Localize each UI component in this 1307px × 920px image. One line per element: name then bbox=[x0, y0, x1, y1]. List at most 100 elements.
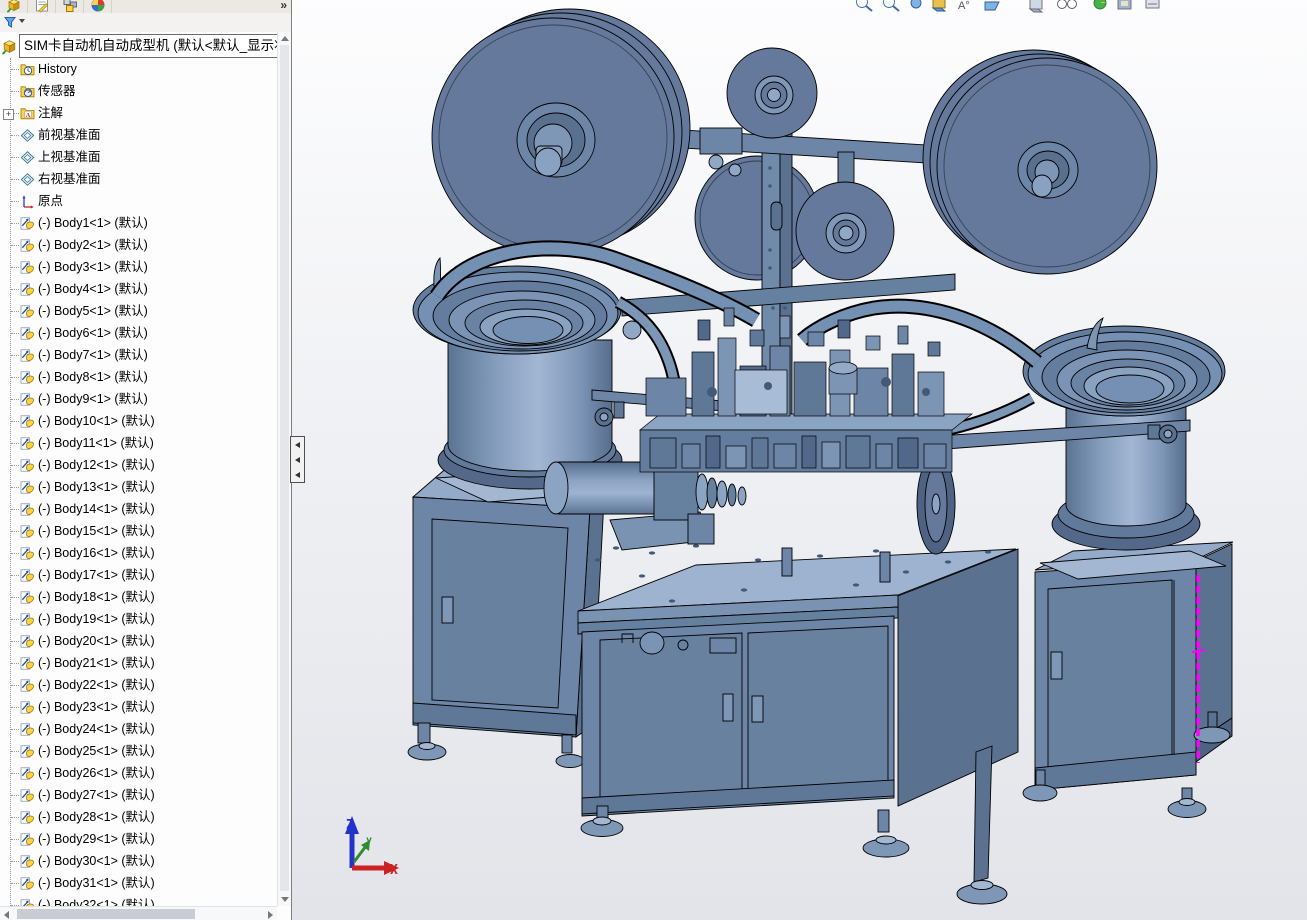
solid-body-icon bbox=[20, 326, 35, 341]
tree-root-item[interactable]: SIM卡自动机自动成型机 (默认<默认_显示状态-1>) bbox=[1, 34, 277, 58]
solid-body-icon bbox=[20, 656, 35, 671]
scroll-down-icon[interactable] bbox=[281, 897, 289, 902]
annotation-view-icon[interactable]: A° bbox=[958, 0, 970, 12]
tree-root-label: SIM卡自动机自动成型机 (默认<默认_显示状态-1>) bbox=[19, 34, 277, 58]
tree-item[interactable]: + (-) Body23<1> (默认) bbox=[0, 696, 277, 718]
collapse-arrow-icon bbox=[295, 457, 300, 463]
filter-dropdown-caret[interactable] bbox=[19, 19, 25, 23]
plane-icon bbox=[20, 150, 35, 165]
tree-item[interactable]: + (-) Body19<1> (默认) bbox=[0, 608, 277, 630]
tree-item[interactable]: + (-) Body31<1> (默认) bbox=[0, 872, 277, 894]
tree-item[interactable]: + (-) Body14<1> (默认) bbox=[0, 498, 277, 520]
solid-body-icon bbox=[20, 524, 35, 539]
small-reel-right[interactable] bbox=[796, 182, 894, 280]
tree-horizontal-scrollbar[interactable] bbox=[0, 906, 277, 920]
tree-item[interactable]: + (-) Body4<1> (默认) bbox=[0, 278, 277, 300]
tree-item[interactable]: + (-) Body12<1> (默认) bbox=[0, 454, 277, 476]
tree-item[interactable]: + (-) Body28<1> (默认) bbox=[0, 806, 277, 828]
solid-body-icon bbox=[20, 414, 35, 429]
panel-collapse-handle[interactable] bbox=[290, 436, 305, 483]
solid-body-icon bbox=[20, 722, 35, 737]
view-orientation-icon[interactable] bbox=[933, 0, 945, 11]
tree-item[interactable]: + (-) Body9<1> (默认) bbox=[0, 388, 277, 410]
solid-body-icon bbox=[20, 480, 35, 495]
scroll-up-icon[interactable] bbox=[281, 36, 289, 41]
tree-filter-bar[interactable] bbox=[0, 13, 291, 33]
tree-item[interactable]: + (-) Body15<1> (默认) bbox=[0, 520, 277, 542]
view-settings-icon[interactable] bbox=[1146, 0, 1159, 8]
solid-body-icon bbox=[20, 898, 35, 907]
tree-item[interactable]: + 右视基准面 bbox=[0, 168, 277, 190]
feature-tree: SIM卡自动机自动成型机 (默认<默认_显示状态-1>) + History +… bbox=[0, 32, 277, 906]
solid-body-icon bbox=[20, 788, 35, 803]
tabs-overflow-button[interactable]: » bbox=[280, 0, 287, 12]
tree-item[interactable]: + (-) Body7<1> (默认) bbox=[0, 344, 277, 366]
featuremanager-design-tree-tab[interactable] bbox=[0, 0, 28, 13]
triad-z-label: Z bbox=[346, 818, 354, 833]
plane-icon bbox=[20, 128, 35, 143]
scroll-right-icon[interactable] bbox=[268, 911, 273, 919]
solid-body-icon bbox=[20, 832, 35, 847]
tree-item[interactable]: + (-) Body3<1> (默认) bbox=[0, 256, 277, 278]
tree-item[interactable]: + (-) Body17<1> (默认) bbox=[0, 564, 277, 586]
scroll-left-icon[interactable] bbox=[4, 911, 9, 919]
tree-item[interactable]: + (-) Body27<1> (默认) bbox=[0, 784, 277, 806]
triad-x-label: X bbox=[390, 863, 398, 878]
tree-item[interactable]: + (-) Body25<1> (默认) bbox=[0, 740, 277, 762]
tree-item[interactable]: + (-) Body18<1> (默认) bbox=[0, 586, 277, 608]
solid-body-icon bbox=[20, 458, 35, 473]
solid-body-icon bbox=[20, 216, 35, 231]
filter-funnel-icon[interactable] bbox=[4, 16, 17, 29]
tree-item[interactable]: + (-) Body1<1> (默认) bbox=[0, 212, 277, 234]
tree-item[interactable]: + 传感器 bbox=[0, 80, 277, 102]
tree-item[interactable]: + (-) Body29<1> (默认) bbox=[0, 828, 277, 850]
tree-item[interactable]: + 上视基准面 bbox=[0, 146, 277, 168]
part-icon bbox=[1, 38, 18, 55]
propertymanager-tab[interactable] bbox=[28, 0, 56, 13]
solid-body-icon bbox=[20, 854, 35, 869]
tree-item[interactable]: + (-) Body26<1> (默认) bbox=[0, 762, 277, 784]
displaymanager-tab[interactable] bbox=[84, 0, 112, 13]
sensors-folder-icon bbox=[20, 84, 35, 99]
solid-body-icon bbox=[20, 876, 35, 891]
tree-item[interactable]: + (-) Body32<1> (默认) bbox=[0, 894, 277, 906]
solid-body-icon bbox=[20, 590, 35, 605]
solid-body-icon bbox=[20, 436, 35, 451]
solidworks-window: A° bbox=[0, 0, 1307, 920]
tree-item[interactable]: + (-) Body8<1> (默认) bbox=[0, 366, 277, 388]
tree-item[interactable]: + (-) Body24<1> (默认) bbox=[0, 718, 277, 740]
collapse-arrow-icon bbox=[295, 442, 300, 448]
solid-body-icon bbox=[20, 238, 35, 253]
tree-item[interactable]: + 注解 bbox=[0, 102, 277, 124]
history-folder-icon bbox=[20, 62, 35, 77]
tree-item[interactable]: + (-) Body22<1> (默认) bbox=[0, 674, 277, 696]
horizontal-scroll-thumb[interactable] bbox=[17, 909, 195, 919]
svg-text:A°: A° bbox=[958, 0, 970, 12]
previous-view-icon[interactable] bbox=[911, 0, 921, 8]
tree-item[interactable]: + (-) Body5<1> (默认) bbox=[0, 300, 277, 322]
apply-scene-icon[interactable] bbox=[1118, 0, 1131, 9]
vertical-scroll-thumb[interactable] bbox=[280, 45, 289, 891]
tree-vertical-scrollbar[interactable] bbox=[277, 32, 291, 906]
tree-item[interactable]: + (-) Body6<1> (默认) bbox=[0, 322, 277, 344]
solid-body-icon bbox=[20, 678, 35, 693]
tree-item[interactable]: + (-) Body2<1> (默认) bbox=[0, 234, 277, 256]
panel-knob[interactable] bbox=[640, 632, 664, 654]
edit-appearance-icon[interactable] bbox=[1094, 0, 1106, 9]
tree-item[interactable]: + (-) Body20<1> (默认) bbox=[0, 630, 277, 652]
solid-body-icon bbox=[20, 810, 35, 825]
tree-item[interactable]: + 前视基准面 bbox=[0, 124, 277, 146]
tree-item[interactable]: + (-) Body10<1> (默认) bbox=[0, 410, 277, 432]
tree-item[interactable]: + (-) Body30<1> (默认) bbox=[0, 850, 277, 872]
tree-item[interactable]: + (-) Body21<1> (默认) bbox=[0, 652, 277, 674]
display-style-icon[interactable] bbox=[1030, 0, 1042, 12]
configurationmanager-tab[interactable] bbox=[56, 0, 84, 13]
small-reel-top[interactable] bbox=[727, 48, 817, 138]
tree-item[interactable]: + (-) Body11<1> (默认) bbox=[0, 432, 277, 454]
tree-item[interactable]: + (-) Body16<1> (默认) bbox=[0, 542, 277, 564]
solid-body-icon bbox=[20, 612, 35, 627]
tree-item[interactable]: + (-) Body13<1> (默认) bbox=[0, 476, 277, 498]
tree-item[interactable]: + 原点 bbox=[0, 190, 277, 212]
tree-item[interactable]: + History bbox=[0, 58, 277, 80]
expand-toggle[interactable]: + bbox=[3, 109, 14, 120]
